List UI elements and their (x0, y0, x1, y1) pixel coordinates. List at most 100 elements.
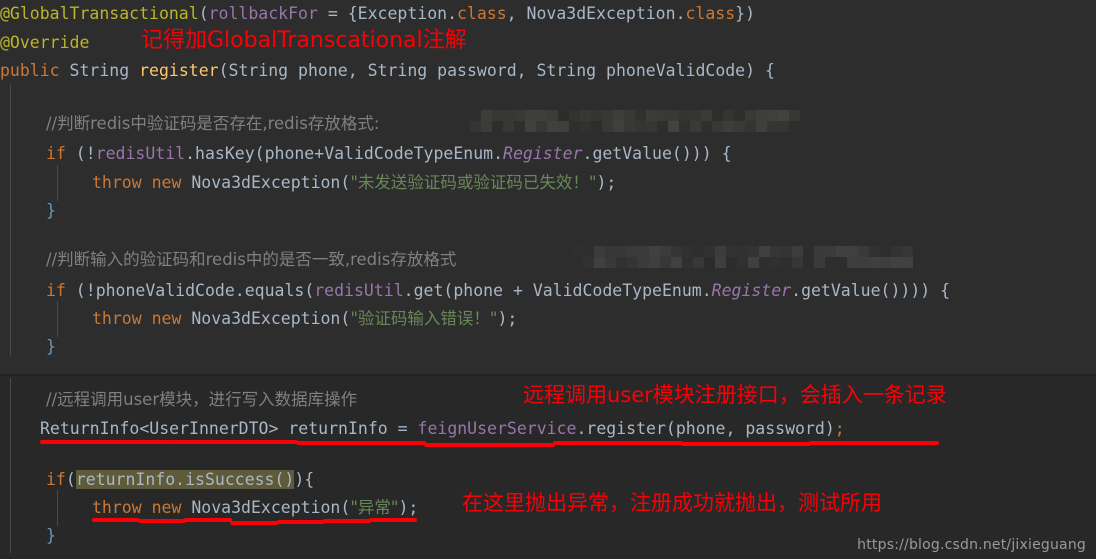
code-token: } (46, 526, 56, 545)
mosaic-cell (503, 110, 514, 121)
mosaic-cell (470, 121, 481, 132)
code-token: new (151, 173, 182, 192)
code-token: ReturnInfo (40, 419, 140, 438)
code-token: } (46, 337, 56, 356)
mosaic-cell (737, 246, 748, 257)
underline-throw-test-line (276, 520, 325, 524)
code-token: equals (244, 281, 305, 300)
code-token: Nova3dException (191, 173, 341, 192)
line-returninfo: ReturnInfo<UserInnerDTO> returnInfo = fe… (40, 419, 845, 438)
code-token: if (46, 144, 66, 163)
code-token: UserInnerDTO (149, 419, 269, 438)
mosaic-cell (536, 110, 547, 121)
watermark-url: https://blog.csdn.net/jixieguang (857, 537, 1086, 553)
underline-throw-test-line (368, 518, 417, 522)
mosaic-cell (547, 121, 558, 132)
code-token: } (46, 201, 56, 220)
code-token: feignUserService (417, 419, 577, 438)
code-token: phone, (288, 61, 368, 80)
line-throw-nocode: throw new Nova3dException("未发送验证码或验证码已失效… (92, 173, 616, 192)
mosaic-cell (649, 257, 660, 268)
mosaic-cell (525, 110, 536, 121)
code-editor[interactable]: @GlobalTransactional(rollbackFor = {Exce… (0, 0, 1096, 559)
code-token: ( (340, 309, 351, 328)
mosaic-cell (715, 246, 726, 257)
mosaic-cell (613, 110, 624, 121)
mosaic-cell (712, 121, 723, 132)
mosaic-cell (693, 257, 704, 268)
code-token: > returnInfo = (268, 419, 418, 438)
code-token: String (367, 61, 428, 80)
code-token: ( (218, 61, 229, 80)
mosaic-cell (605, 257, 616, 268)
editor-seam-upper (0, 356, 1096, 357)
mosaic-cell (602, 121, 613, 132)
mosaic-cell (591, 121, 602, 132)
mosaic-cell (583, 257, 594, 268)
code-token: ); (497, 309, 518, 328)
code-token: ())) { (671, 144, 732, 163)
mosaic-cell (569, 110, 580, 121)
mosaic-cell (781, 246, 792, 257)
mosaic-cell (635, 110, 646, 121)
underline-returninfo-line (552, 441, 683, 445)
mosaic-cell (891, 246, 902, 257)
mosaic-cell (781, 257, 792, 268)
code-token: . (791, 281, 802, 300)
mosaic-cell (737, 257, 748, 268)
line-method-signature: public String register(String phone, Str… (0, 61, 775, 80)
line-close-brace-1: } (46, 201, 56, 220)
mosaic-cell (525, 121, 536, 132)
mosaic-cell (638, 246, 649, 257)
indent-guide-level-1 (10, 84, 11, 356)
line-throw-test: throw new Nova3dException("异常"); (92, 498, 418, 517)
line-close-brace-2: } (46, 337, 56, 356)
code-token: phoneValidCode) { (596, 61, 775, 80)
line-throw-wrongcode: throw new Nova3dException("验证码输入错误！"); (92, 309, 517, 328)
mosaic-cell (481, 110, 492, 121)
code-token: Exception (357, 4, 448, 23)
code-token: "验证码输入错误！" (350, 309, 498, 328)
mosaic-cell (770, 246, 781, 257)
code-token: Register (711, 281, 792, 300)
mosaic-cell (748, 246, 759, 257)
code-token: (phone, password) (665, 419, 835, 438)
mosaic-cell (745, 110, 756, 121)
mosaic-redis-format-2 (572, 246, 913, 268)
mosaic-cell (660, 246, 671, 257)
code-token: ); (596, 173, 617, 192)
mosaic-cell (902, 246, 913, 257)
code-token: //判断输入的验证码和redis中的是否一致,redis存放格式 (46, 250, 457, 269)
mosaic-cell (789, 121, 800, 132)
mosaic-cell (869, 246, 880, 257)
code-token: String (69, 61, 130, 80)
mosaic-cell (580, 121, 591, 132)
code-token: . (447, 4, 457, 23)
mosaic-cell (902, 257, 913, 268)
line-close-brace-3: } (46, 526, 56, 545)
mosaic-cell (668, 121, 679, 132)
code-token: phoneValidCode (95, 281, 235, 300)
indent-guide-level-2c (57, 490, 58, 526)
code-token: = { (317, 4, 358, 23)
line-annotation-override: @Override (0, 33, 89, 52)
note-throw-here-for-test: 在这里抛出异常，注册成功就抛出，测试所用 (462, 491, 882, 515)
mosaic-cell (726, 246, 737, 257)
mosaic-cell (745, 121, 756, 132)
code-token: . (576, 419, 587, 438)
mosaic-cell (715, 257, 726, 268)
line-comment-remote-call: //远程调用user模块，进行写入数据库操作 (46, 390, 357, 409)
mosaic-cell (616, 246, 627, 257)
underline-throw-test-line (92, 518, 141, 522)
code-token: class (685, 4, 736, 23)
code-token: ); (398, 498, 419, 517)
indent-guide-level-1b (10, 378, 11, 553)
mosaic-cell (880, 257, 891, 268)
code-token: Nova3dException (191, 309, 341, 328)
mosaic-cell (613, 121, 624, 132)
mosaic-cell (704, 246, 715, 257)
mosaic-cell (646, 121, 657, 132)
code-token: //远程调用user模块，进行写入数据库操作 (46, 390, 358, 409)
